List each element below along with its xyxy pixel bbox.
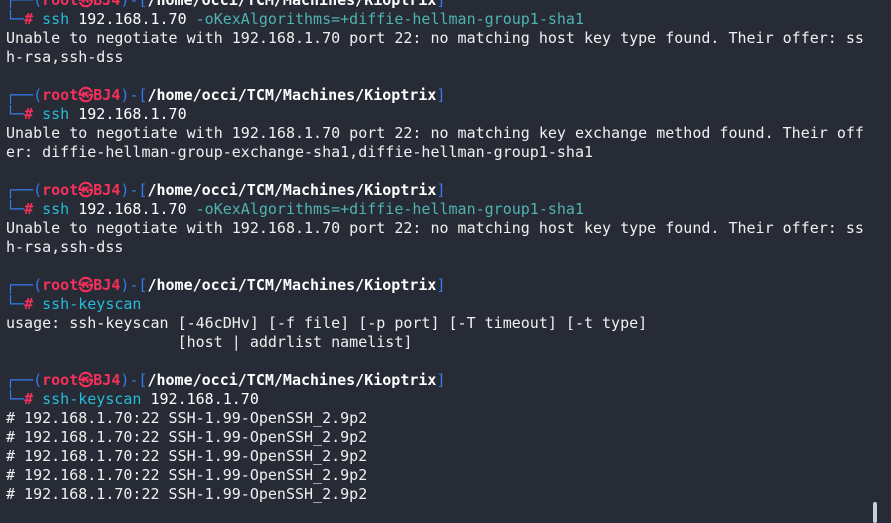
prompt-path: /home/occi/TCM/Machines/Kioptrix	[147, 371, 437, 389]
prompt-user: root	[42, 181, 79, 199]
command-option: -oKexAlgorithms=+diffie-hellman-group1-s…	[186, 10, 584, 28]
command-args: 192.168.1.70	[69, 200, 187, 218]
prompt-frame-bottom: └─	[6, 200, 25, 218]
prompt-user: root	[42, 86, 79, 104]
output-line: [host | addrlist namelist]	[6, 333, 413, 351]
prompt-hash: #	[24, 200, 34, 218]
output-line: # 192.168.1.70:22 SSH-1.99-OpenSSH_2.9p2	[6, 466, 368, 484]
prompt-host: BJ4	[93, 276, 121, 294]
prompt-path: /home/occi/TCM/Machines/Kioptrix	[147, 181, 437, 199]
output-line: Unable to negotiate with 192.168.1.70 po…	[6, 124, 864, 142]
prompt-frame-close: ]	[436, 86, 446, 104]
prompt-line: ┌──(root㉿BJ4)-[/home/occi/TCM/Machines/K…	[6, 371, 874, 390]
prompt-frame-close: ]	[436, 0, 446, 9]
prompt-frame-close: ]	[436, 181, 446, 199]
command-option: -oKexAlgorithms=+diffie-hellman-group1-s…	[186, 200, 584, 218]
command-name: ssh-keyscan	[42, 390, 142, 408]
prompt-path: /home/occi/TCM/Machines/Kioptrix	[147, 86, 437, 104]
command-line: └─# ssh 192.168.1.70	[6, 105, 874, 124]
prompt-frame-top: ┌──(	[6, 0, 43, 9]
command-args: 192.168.1.70	[141, 390, 259, 408]
prompt-at-symbol: ㉿	[78, 181, 94, 199]
terminal-window[interactable]: ┌──(root㉿BJ4)-[/home/occi/TCM/Machines/K…	[0, 0, 891, 523]
output-line: er: diffie-hellman-group-exchange-sha1,d…	[6, 143, 593, 161]
prompt-hash: #	[24, 105, 34, 123]
output-line: # 192.168.1.70:22 SSH-1.99-OpenSSH_2.9p2	[6, 409, 368, 427]
prompt-frame-bottom: └─	[6, 105, 25, 123]
prompt-at-symbol: ㉿	[78, 86, 94, 104]
prompt-line: ┌──(root㉿BJ4)-[/home/occi/TCM/Machines/K…	[6, 86, 874, 105]
prompt-frame-bottom: └─	[6, 10, 25, 28]
command-line: └─# ssh-keyscan 192.168.1.70	[6, 390, 874, 409]
command-name: ssh	[42, 200, 70, 218]
prompt-frame-close: ]	[436, 371, 446, 389]
prompt-host: BJ4	[93, 86, 121, 104]
terminal-output-area[interactable]: ┌──(root㉿BJ4)-[/home/occi/TCM/Machines/K…	[6, 0, 874, 504]
prompt-frame-mid: )-[	[120, 0, 148, 9]
command-args: 192.168.1.70	[69, 105, 187, 123]
prompt-line: ┌──(root㉿BJ4)-[/home/occi/TCM/Machines/K…	[6, 181, 874, 200]
prompt-hash: #	[24, 390, 34, 408]
prompt-host: BJ4	[93, 181, 121, 199]
prompt-host: BJ4	[93, 371, 121, 389]
prompt-frame-mid: )-[	[120, 371, 148, 389]
command-name: ssh-keyscan	[42, 295, 142, 313]
prompt-host: BJ4	[93, 0, 121, 9]
command-args: 192.168.1.70	[69, 10, 187, 28]
prompt-at-symbol: ㉿	[78, 276, 94, 294]
command-name: ssh	[42, 10, 70, 28]
prompt-user: root	[42, 371, 79, 389]
command-name: ssh	[42, 105, 70, 123]
prompt-line: ┌──(root㉿BJ4)-[/home/occi/TCM/Machines/K…	[6, 0, 874, 10]
output-line: h-rsa,ssh-dss	[6, 48, 124, 66]
prompt-frame-mid: )-[	[120, 181, 148, 199]
prompt-frame-mid: )-[	[120, 276, 148, 294]
prompt-line: ┌──(root㉿BJ4)-[/home/occi/TCM/Machines/K…	[6, 276, 874, 295]
output-line: usage: ssh-keyscan [-46cDHv] [-f file] […	[6, 314, 648, 332]
output-line: # 192.168.1.70:22 SSH-1.99-OpenSSH_2.9p2	[6, 447, 368, 465]
prompt-user: root	[42, 0, 79, 9]
prompt-user: root	[42, 276, 79, 294]
prompt-frame-top: ┌──(	[6, 181, 43, 199]
prompt-frame-top: ┌──(	[6, 371, 43, 389]
output-line: # 192.168.1.70:22 SSH-1.99-OpenSSH_2.9p2	[6, 428, 368, 446]
prompt-path: /home/occi/TCM/Machines/Kioptrix	[147, 0, 437, 9]
prompt-frame-mid: )-[	[120, 86, 148, 104]
scrollbar-thumb[interactable]	[873, 502, 877, 523]
prompt-path: /home/occi/TCM/Machines/Kioptrix	[147, 276, 437, 294]
prompt-frame-top: ┌──(	[6, 86, 43, 104]
command-line: └─# ssh 192.168.1.70 -oKexAlgorithms=+di…	[6, 10, 874, 29]
prompt-frame-top: ┌──(	[6, 276, 43, 294]
output-line: Unable to negotiate with 192.168.1.70 po…	[6, 219, 864, 237]
command-line: └─# ssh-keyscan	[6, 295, 874, 314]
output-line: h-rsa,ssh-dss	[6, 238, 124, 256]
prompt-hash: #	[24, 10, 34, 28]
prompt-frame-bottom: └─	[6, 390, 25, 408]
output-line: Unable to negotiate with 192.168.1.70 po…	[6, 29, 864, 47]
prompt-at-symbol: ㉿	[78, 0, 94, 9]
prompt-at-symbol: ㉿	[78, 371, 94, 389]
prompt-frame-close: ]	[436, 276, 446, 294]
output-line: # 192.168.1.70:22 SSH-1.99-OpenSSH_2.9p2	[6, 485, 368, 503]
command-line: └─# ssh 192.168.1.70 -oKexAlgorithms=+di…	[6, 200, 874, 219]
prompt-frame-bottom: └─	[6, 295, 25, 313]
prompt-hash: #	[24, 295, 34, 313]
